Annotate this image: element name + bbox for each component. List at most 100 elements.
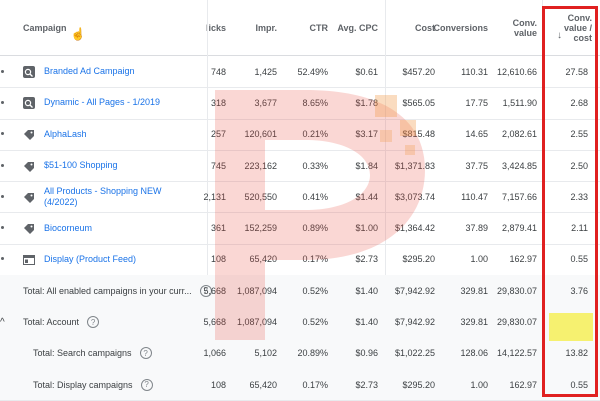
cell-vc: 2.11: [571, 223, 588, 234]
cell-vc: 2.55: [570, 129, 588, 140]
cell-avg-cpc: $0.61: [355, 66, 378, 77]
cell-ctr: 0.41%: [302, 191, 328, 202]
cell-avg-cpc: $1.40: [355, 285, 378, 296]
cell-clicks: 108: [210, 254, 226, 265]
cell-avg-cpc: $2.73: [355, 379, 378, 390]
header-ctr[interactable]: CTR: [290, 0, 329, 55]
campaign-name[interactable]: $51-100 Shopping: [44, 160, 118, 170]
cell-cost: $295.20: [402, 254, 435, 265]
status-dot-icon[interactable]: [1, 163, 4, 167]
table-row[interactable]: $51-100 Shopping 745 223,162 0.33% $1.84 $1,3…: [0, 150, 600, 183]
status-dot-icon[interactable]: [1, 69, 4, 73]
cell-conv: 37.75: [465, 160, 488, 171]
campaign-name[interactable]: Dynamic - All Pages - 1/2019: [44, 97, 160, 107]
header-clicks[interactable]: licks: [200, 0, 226, 55]
cell-ctr: 0.52%: [302, 317, 328, 328]
total-label-text: Total: Account: [23, 317, 80, 328]
cell-ctr: 0.89%: [302, 223, 328, 234]
help-icon[interactable]: ?: [87, 316, 100, 329]
campaign-name[interactable]: AlphaLash: [44, 129, 87, 139]
cell-impr: 120,601: [244, 129, 277, 140]
cell-impr: 1,425: [254, 66, 277, 77]
campaign-name-link[interactable]: Branded Ad Campaign: [44, 56, 194, 87]
help-icon[interactable]: ?: [140, 378, 153, 391]
header-conv-value-cost[interactable]: ↓ Conv. value / cost: [546, 0, 592, 55]
cell-cost: $7,942.92: [394, 317, 435, 328]
cell-impr: 1,087,094: [236, 317, 277, 328]
status-dot-icon[interactable]: [1, 257, 4, 261]
cell-cost: $7,942.92: [394, 285, 435, 296]
help-icon[interactable]: ?: [139, 347, 152, 360]
total-label: Total: Account?: [23, 306, 100, 337]
table-row[interactable]: Biocorneum 361 152,259 0.89% $1.00 $1,364.42 3…: [0, 213, 600, 245]
campaign-name-link[interactable]: Dynamic - All Pages - 1/2019: [44, 87, 194, 118]
total-row: Total: All enabled campaigns in your cur…: [0, 275, 600, 308]
cell-conv-value: 1,511.90: [502, 97, 537, 108]
cell-conv: 128.06: [460, 348, 488, 359]
table-row[interactable]: Display (Product Feed) 108 65,420 0.17% $2.7…: [0, 244, 600, 277]
campaign-name[interactable]: All Products - Shopping NEW: [44, 186, 162, 196]
campaign-name-link[interactable]: AlphaLash: [44, 119, 194, 150]
cell-conv-value: 7,157.66: [501, 191, 537, 202]
cell-vc: 13.82: [565, 348, 588, 359]
cell-avg-cpc: $1.40: [355, 317, 378, 328]
cell-avg-cpc: $3.17: [355, 129, 378, 140]
table-row[interactable]: Branded Ad Campaign 748 1,425 52.49% $0.61 $4…: [0, 56, 600, 89]
cell-impr: 65,420: [249, 379, 277, 390]
cell-conv-value: 162.97: [509, 379, 537, 390]
total-row: Total: Display campaigns? 108 65,420 0.17% $…: [0, 369, 600, 401]
header-conv-value[interactable]: Conv. value: [490, 0, 537, 55]
hand-cursor-icon: ☝: [70, 26, 86, 41]
shopping-tag-icon: [23, 191, 35, 203]
display-campaign-icon: [23, 253, 35, 266]
cell-impr: 1,087,094: [236, 285, 277, 296]
campaign-name[interactable]: Branded Ad Campaign: [44, 66, 135, 76]
cell-ctr: 0.21%: [302, 129, 328, 140]
expand-chevron-icon[interactable]: ^: [0, 306, 10, 337]
table-row[interactable]: AlphaLash 257 120,601 0.21% $3.17 $815.48 14.6…: [0, 119, 600, 151]
total-row: Total: Search campaigns? 1,066 5,102 20.89%…: [0, 337, 600, 370]
header-conversions[interactable]: Conversions: [433, 0, 488, 55]
cell-cost: $1,022.25: [394, 348, 435, 359]
table-row[interactable]: All Products - Shopping NEW (4/2022) 2,131…: [0, 181, 600, 214]
header-cost[interactable]: Cost: [390, 0, 435, 55]
header-impr[interactable]: Impr.: [240, 0, 277, 55]
header-avg-cpc[interactable]: Avg. CPC: [330, 0, 378, 55]
status-dot-icon[interactable]: [1, 132, 4, 136]
cell-conv-value: 3,424.85: [501, 160, 537, 171]
shopping-tag-icon: [23, 222, 35, 235]
table-header: Campaign ☝ licks Impr. CTR Avg. CPC Cost…: [0, 0, 600, 56]
status-dot-icon[interactable]: [1, 226, 4, 230]
cell-conv: 1.00: [470, 254, 488, 265]
total-label: Total: Search campaigns?: [33, 338, 152, 369]
cell-cost: $457.20: [402, 66, 435, 77]
campaign-name[interactable]: Display (Product Feed): [44, 254, 136, 264]
shopping-tag-icon: [23, 128, 35, 141]
cell-vc: 2.50: [570, 160, 588, 171]
cell-ctr: 0.52%: [302, 285, 328, 296]
cell-avg-cpc: $1.44: [355, 191, 378, 202]
header-campaign[interactable]: Campaign ☝: [23, 0, 143, 55]
cell-impr: 3,677: [254, 97, 277, 108]
campaign-name-line2[interactable]: (4/2022): [44, 197, 78, 207]
total-label-text: Total: All enabled campaigns in your cur…: [23, 285, 192, 296]
cell-clicks: 257: [210, 129, 226, 140]
status-dot-icon[interactable]: [1, 100, 4, 104]
status-dot-icon[interactable]: [1, 194, 4, 198]
cell-clicks: 748: [210, 66, 226, 77]
cell-vc: 0.55: [570, 379, 588, 390]
cell-impr: 152,259: [244, 223, 277, 234]
campaign-name-link[interactable]: All Products - Shopping NEW (4/2022): [44, 181, 194, 212]
campaign-name-link[interactable]: $51-100 Shopping: [44, 150, 194, 181]
search-campaign-icon: [23, 96, 35, 109]
cell-conv: 37.89: [465, 223, 488, 234]
table-row[interactable]: Dynamic - All Pages - 1/2019 318 3,677 8.65…: [0, 87, 600, 120]
campaign-name-link[interactable]: Biocorneum: [44, 213, 194, 244]
cell-clicks: 1,066: [203, 348, 226, 359]
campaign-table: Campaign ☝ licks Impr. CTR Avg. CPC Cost…: [0, 0, 600, 401]
campaign-name[interactable]: Biocorneum: [44, 223, 92, 233]
cell-clicks: 108: [210, 379, 226, 390]
total-label: Total: All enabled campaigns in your cur…: [23, 275, 212, 306]
cell-conv-value: 29,830.07: [496, 285, 537, 296]
campaign-name-link[interactable]: Display (Product Feed): [44, 244, 194, 275]
